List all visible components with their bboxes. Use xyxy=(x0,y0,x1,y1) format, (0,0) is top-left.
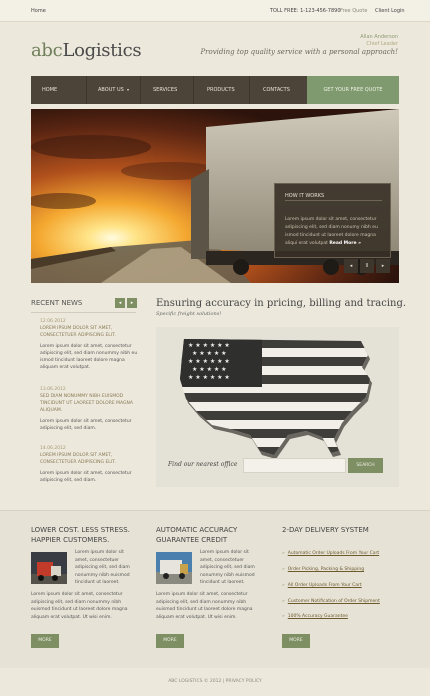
feature-side-text: Lorem ipsum dolor sit amet, consectetuer… xyxy=(200,550,255,585)
news-headline-link[interactable]: SED DIAM NONUMMY NIBH EUISMOD TINCIDUNT … xyxy=(31,393,141,414)
news-date: 14.06.2012 xyxy=(40,446,66,451)
how-it-works-text: Lorem ipsum dolor sit amet, consectetur … xyxy=(285,216,382,248)
nav-contacts[interactable]: CONTACTS xyxy=(263,76,290,104)
svg-text:★ ★ ★ ★ ★: ★ ★ ★ ★ ★ xyxy=(192,366,227,373)
feature-title: AUTOMATIC ACCURACY GUARANTEE CREDIT xyxy=(156,526,238,544)
nav-divider xyxy=(193,76,194,104)
slider-pause-button[interactable]: II xyxy=(360,259,374,273)
delivery-link-label: 100% Accuracy Guarantee xyxy=(287,614,348,619)
news-headline-link[interactable]: LOREM IPSUM DOLOR SIT AMET, CONSECTETUER… xyxy=(31,452,141,466)
feature-title: 2-DAY DELIVERY SYSTEM xyxy=(282,526,369,534)
feature-side-text: Lorem ipsum dolor sit amet, consectetuer… xyxy=(75,550,130,585)
slogan: Providing top quality service with a per… xyxy=(200,48,398,56)
delivery-link[interactable]: » All Order Uploads From Your Cart xyxy=(282,583,400,589)
feature-text: Lorem ipsum dolor sit amet, consectetur … xyxy=(31,592,128,620)
truck-thumbnail xyxy=(31,552,67,584)
delivery-link-label: Order Picking, Packing & Shipping xyxy=(287,567,365,572)
footer: ABC LOGISTICS © 2012 | PRIVACY POLICY xyxy=(0,668,430,696)
slider-prev-button[interactable]: ◂ xyxy=(344,259,358,273)
news-date: 12.06.2012 xyxy=(40,319,66,324)
read-more-link[interactable]: Read More » xyxy=(329,241,361,246)
top-bar: Home TOLL FREE: 1-123-456-7890 Free Quot… xyxy=(0,0,430,22)
more-button[interactable]: MORE xyxy=(282,634,310,648)
delivery-link-label: Automatic Order Uploads From Your Cart xyxy=(287,551,380,556)
svg-text:★ ★ ★ ★ ★ ★: ★ ★ ★ ★ ★ ★ xyxy=(188,374,230,381)
feature-text: Lorem ipsum dolor sit amet, consectetur … xyxy=(156,592,253,620)
bullet-icon: » xyxy=(282,551,285,556)
news-body: Lorem ipsum dolor sit amet, consectetur … xyxy=(40,344,138,370)
trucks-thumbnail xyxy=(156,552,192,584)
news-headline-link[interactable]: LOREM IPSUM DOLOR SIT AMET, CONSECTETUER… xyxy=(31,325,141,339)
office-search-input[interactable] xyxy=(243,458,346,473)
delivery-link-label: All Order Uploads From Your Cart xyxy=(287,583,362,588)
free-quote-link[interactable]: Free Quote xyxy=(340,8,367,14)
svg-text:★ ★ ★ ★ ★ ★: ★ ★ ★ ★ ★ ★ xyxy=(188,342,230,349)
how-it-works-title: HOW IT WORKS xyxy=(285,193,325,199)
main-heading: Ensuring accuracy in pricing, billing an… xyxy=(156,298,407,309)
news-body: Lorem ipsum dolor sit amet, consectetur … xyxy=(40,419,132,431)
delivery-link[interactable]: » Order Picking, Packing & Shipping xyxy=(282,567,400,573)
svg-text:★ ★ ★ ★ ★: ★ ★ ★ ★ ★ xyxy=(192,350,227,357)
more-button[interactable]: MORE xyxy=(31,634,59,648)
logo-abc: abc xyxy=(31,40,63,61)
topbar-home-link[interactable]: Home xyxy=(31,8,46,14)
how-it-works-box: HOW IT WORKS Lorem ipsum dolor sit amet,… xyxy=(274,183,391,258)
logo-logistics: Logistics xyxy=(62,40,142,61)
bullet-icon: » xyxy=(282,599,285,604)
svg-text:★ ★ ★ ★ ★ ★: ★ ★ ★ ★ ★ ★ xyxy=(188,358,230,365)
nav-divider xyxy=(86,76,87,104)
nav-divider xyxy=(249,76,250,104)
bullet-icon: » xyxy=(282,614,285,619)
free-quote-button[interactable]: GET YOUR FREE QUOTE xyxy=(307,76,399,104)
author-role: Chief Leader xyxy=(366,41,398,47)
nav-services[interactable]: SERVICES xyxy=(153,76,177,104)
news-item: 14.06.2012 LOREM IPSUM DOLOR SIT AMET, C… xyxy=(31,445,141,484)
news-item: 12.06.2012 LOREM IPSUM DOLOR SIT AMET, C… xyxy=(31,318,141,371)
divider xyxy=(285,200,382,201)
find-office-label: Find our nearest office xyxy=(168,461,238,468)
news-item: 13.06.2012 SED DIAM NONUMMY NIBH EUISMOD… xyxy=(31,386,141,432)
slider-next-button[interactable]: ▸ xyxy=(376,259,390,273)
nav-home[interactable]: HOME xyxy=(42,76,57,104)
author-name: Allan Anderson xyxy=(360,34,398,40)
divider xyxy=(31,312,136,313)
news-prev-button[interactable]: ◂ xyxy=(115,298,125,308)
bullet-icon: » xyxy=(282,567,285,572)
recent-news-title: RECENT NEWS xyxy=(31,299,83,307)
news-body: Lorem ipsum dolor sit amet, consectetur … xyxy=(40,471,132,483)
nav-about-us[interactable]: ABOUT US xyxy=(98,76,124,104)
main-nav: HOME ABOUT US ▾ SERVICES PRODUCTS CONTAC… xyxy=(31,76,399,104)
news-next-button[interactable]: ▸ xyxy=(127,298,137,308)
nav-divider xyxy=(140,76,141,104)
chevron-down-icon: ▾ xyxy=(127,87,130,92)
more-button[interactable]: MORE xyxy=(156,634,184,648)
news-date: 13.06.2012 xyxy=(40,387,66,392)
feature-title: LOWER COST. LESS STRESS. HAPPIER CUSTOME… xyxy=(31,526,130,544)
site-logo[interactable]: abcLogistics xyxy=(31,40,142,61)
toll-free-number: TOLL FREE: 1-123-456-7890 xyxy=(270,8,341,14)
search-button[interactable]: SEARCH xyxy=(348,458,383,473)
delivery-link[interactable]: » Customer Notification of Order Shipment xyxy=(282,599,400,605)
nav-products[interactable]: PRODUCTS xyxy=(207,76,235,104)
delivery-link[interactable]: » Automatic Order Uploads From Your Cart xyxy=(282,551,400,557)
delivery-link-label: Customer Notification of Order Shipment xyxy=(287,599,380,604)
bullet-icon: » xyxy=(282,583,285,588)
quote-author: Allan Anderson Chief Leader xyxy=(360,34,398,48)
client-login-link[interactable]: Client Login xyxy=(375,8,405,14)
main-subheading: Specific freight solutions! xyxy=(156,311,222,317)
delivery-link[interactable]: » 100% Accuracy Guarantee xyxy=(282,614,400,620)
